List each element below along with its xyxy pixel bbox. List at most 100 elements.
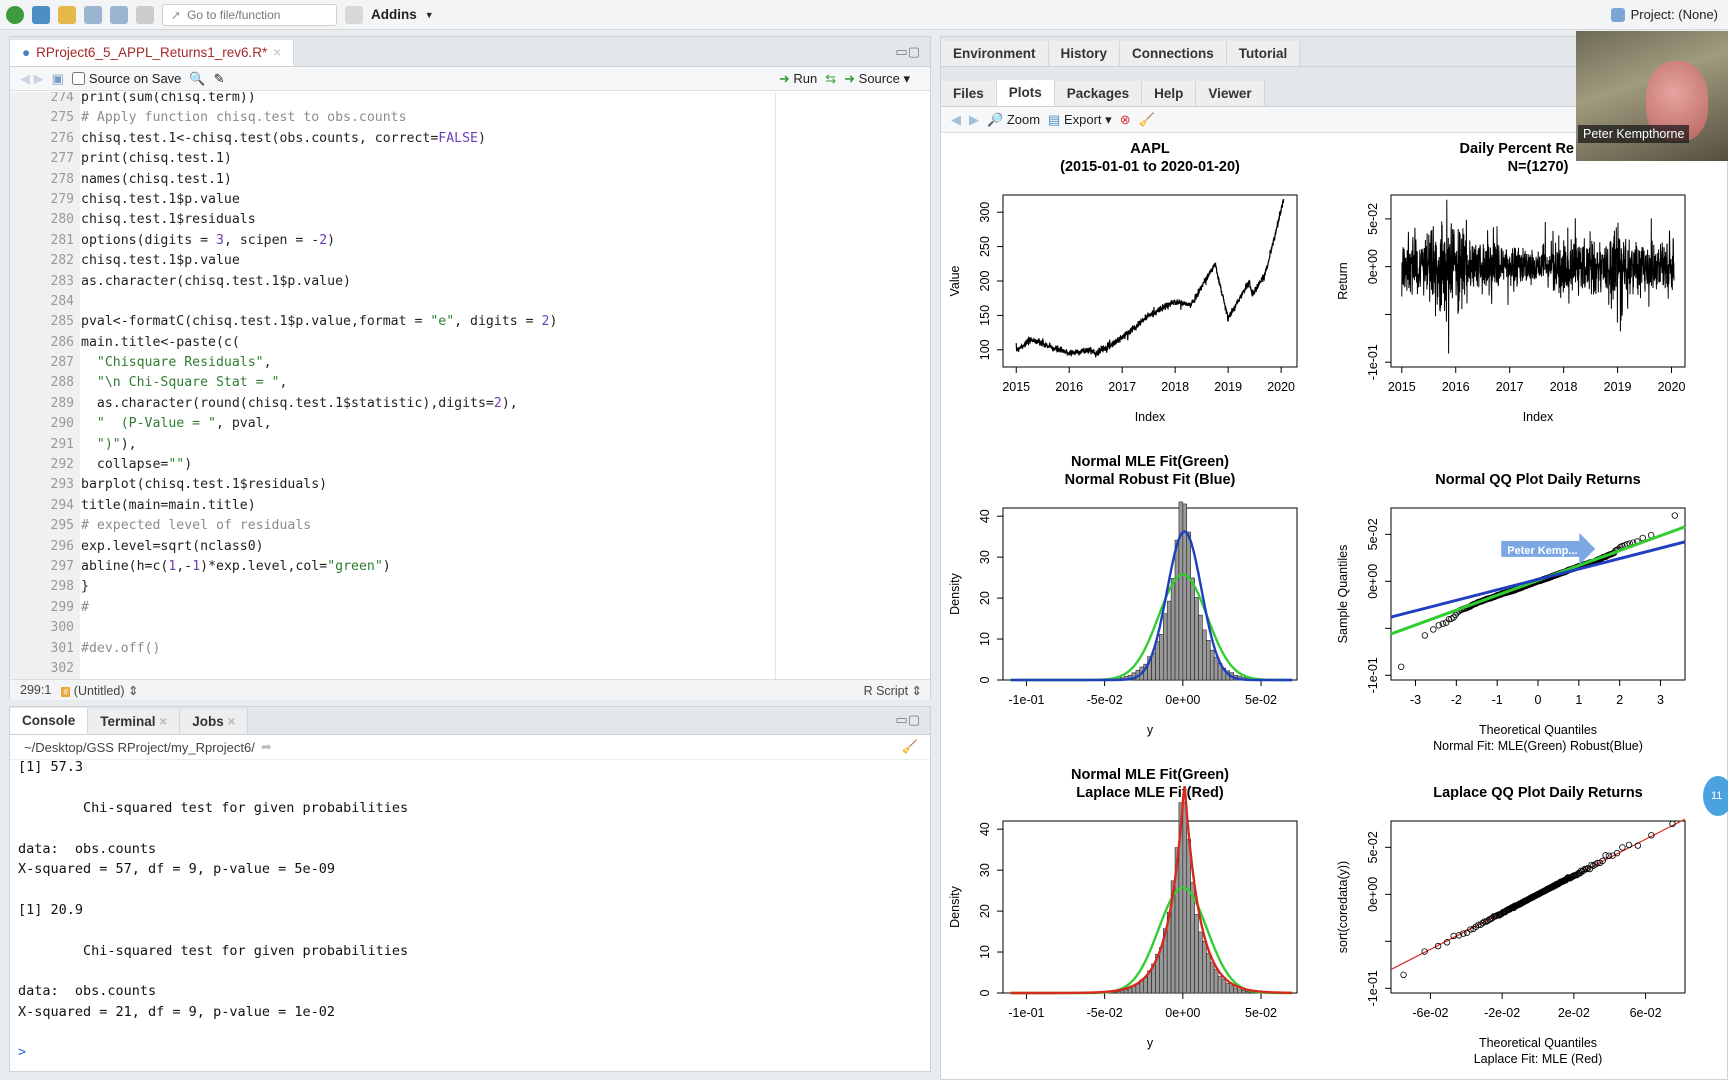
- run-button[interactable]: ➜ Run: [779, 71, 817, 87]
- tab-packages[interactable]: Packages: [1054, 81, 1143, 106]
- new-file-icon[interactable]: [6, 5, 24, 24]
- line-number: 282: [50, 253, 74, 269]
- y-tick-label: 0e+00: [1366, 564, 1380, 599]
- code-line[interactable]: pval<-formatC(chisq.test.1$p.value,forma…: [81, 312, 557, 332]
- code-line[interactable]: chisq.test.1<-chisq.test(obs.counts, cor…: [81, 129, 557, 149]
- code-line[interactable]: # Apply function chisq.test to obs.count…: [81, 108, 557, 128]
- y-tick-label: 300: [978, 202, 992, 223]
- code-area[interactable]: 274 275 276 277 278 279 280 281 282 283 284 285 286 2…: [10, 92, 930, 679]
- code-line[interactable]: collapse=""): [81, 455, 557, 475]
- tab-help[interactable]: Help: [1142, 81, 1197, 106]
- code-line[interactable]: chisq.test.1$p.value: [81, 251, 557, 271]
- source-button[interactable]: ➜ Source ▾: [844, 71, 910, 87]
- x-tick-label: -1: [1492, 693, 1503, 707]
- code-line[interactable]: as.character(chisq.test.1$p.value): [81, 272, 557, 292]
- code-line[interactable]: print(sum(chisq.term)): [81, 92, 557, 108]
- clear-plots-icon[interactable]: 🧹: [1139, 112, 1155, 128]
- code-line[interactable]: names(chisq.test.1): [81, 170, 557, 190]
- tab-connections[interactable]: Connections: [1120, 41, 1227, 66]
- remove-plot-icon[interactable]: ⊗: [1120, 112, 1131, 128]
- code-line[interactable]: # expected level of residuals: [81, 516, 557, 536]
- code-line[interactable]: main.title<-paste(c(: [81, 333, 557, 353]
- line-number: 295: [50, 518, 74, 534]
- open-folder-icon[interactable]: [58, 5, 76, 24]
- maximize-pane-icon[interactable]: ▭▢: [895, 712, 920, 728]
- console-line: X-squared = 57, df = 9, p-value = 5e-09: [18, 860, 335, 877]
- tab-plots[interactable]: Plots: [996, 80, 1055, 106]
- close-tab-icon[interactable]: ×: [273, 45, 281, 60]
- line-number: 297: [50, 558, 74, 574]
- tab-files[interactable]: Files: [941, 81, 997, 106]
- code-line[interactable]: as.character(round(chisq.test.1$statisti…: [81, 394, 557, 414]
- histogram-bar: [1194, 597, 1199, 681]
- zoom-button[interactable]: 🔎 Zoom: [987, 112, 1040, 128]
- x-tick-label: -5e-02: [1087, 693, 1123, 707]
- rerun-icon[interactable]: ⇆: [825, 71, 836, 87]
- print-icon[interactable]: [136, 5, 154, 24]
- prev-plot-icon[interactable]: ◀: [951, 112, 961, 128]
- source-on-save-checkbox[interactable]: Source on Save: [71, 71, 181, 86]
- code-line[interactable]: "Chisquare Residuals",: [81, 353, 557, 373]
- export-button[interactable]: ▤ Export ▾: [1048, 112, 1112, 128]
- line-number: 287: [50, 355, 74, 371]
- save-all-icon[interactable]: [110, 5, 128, 24]
- save-icon[interactable]: [84, 5, 102, 24]
- x-tick-label: 2015: [1388, 380, 1416, 394]
- code-line[interactable]: " (P-Value = ", pval,: [81, 414, 557, 434]
- code-line[interactable]: title(main=main.title): [81, 496, 557, 516]
- code-line[interactable]: abline(h=c(1,-1)*exp.level,col="green"): [81, 557, 557, 577]
- code-line[interactable]: chisq.test.1$p.value: [81, 190, 557, 210]
- search-icon[interactable]: 🔍: [189, 71, 205, 87]
- code-line[interactable]: options(digits = 3, scipen = -2): [81, 231, 557, 251]
- line-number: 292: [50, 457, 74, 473]
- tab-history[interactable]: History: [1048, 41, 1121, 66]
- histogram-bar: [1202, 629, 1207, 681]
- close-icon[interactable]: ×: [159, 714, 167, 729]
- close-icon[interactable]: ×: [227, 714, 235, 729]
- console-output[interactable]: [1] 57.3 Chi-squared test for given prob…: [18, 757, 408, 1069]
- histogram-bar: [1155, 641, 1160, 681]
- scope-menu[interactable]: # (Untitled) ⇕: [61, 683, 138, 698]
- x-tick-label: 2017: [1496, 380, 1524, 394]
- code-line[interactable]: #: [81, 598, 557, 618]
- tab-jobs[interactable]: Jobs ×: [180, 709, 249, 734]
- grid-layout-icon[interactable]: [345, 5, 363, 24]
- code-line[interactable]: [81, 659, 557, 679]
- line-number: 275: [50, 110, 74, 126]
- code-line[interactable]: [81, 618, 557, 638]
- next-plot-icon[interactable]: ▶: [969, 112, 979, 128]
- tab-tutorial[interactable]: Tutorial: [1226, 41, 1301, 66]
- editor-tab[interactable]: ● RProject6_5_APPL_Returns1_rev6.R* ×: [10, 40, 295, 66]
- tab-terminal[interactable]: Terminal ×: [88, 709, 181, 734]
- code-line[interactable]: exp.level=sqrt(nclass0): [81, 537, 557, 557]
- magic-wand-icon[interactable]: ✎: [214, 71, 225, 87]
- histogram-bar: [1217, 976, 1223, 994]
- tab-console[interactable]: Console: [10, 708, 89, 734]
- code-line[interactable]: barplot(chisq.test.1$residuals): [81, 475, 557, 495]
- y-tick-label: 200: [978, 271, 992, 292]
- code-line[interactable]: print(chisq.test.1): [81, 149, 557, 169]
- tab-viewer[interactable]: Viewer: [1196, 81, 1265, 106]
- save-icon[interactable]: ▣: [52, 71, 64, 87]
- editor-status-bar: 299:1 # (Untitled) ⇕ R Script ⇕: [10, 679, 930, 700]
- line-number: 283: [50, 273, 74, 289]
- code-line[interactable]: chisq.test.1$residuals: [81, 210, 557, 230]
- code-line[interactable]: [81, 292, 557, 312]
- code-line[interactable]: }: [81, 577, 557, 597]
- back-icon[interactable]: ◀ ▶: [20, 71, 44, 87]
- code-line[interactable]: ")"),: [81, 435, 557, 455]
- code-text[interactable]: print(sum(chisq.term)) # Apply function c…: [81, 92, 557, 679]
- code-line[interactable]: "\n Chi-Square Stat = ",: [81, 373, 557, 393]
- new-project-icon[interactable]: [32, 5, 50, 24]
- file-type-menu[interactable]: R Script ⇕: [864, 683, 930, 698]
- tab-environment[interactable]: Environment: [941, 41, 1049, 66]
- addins-menu[interactable]: Addins: [371, 7, 417, 22]
- goto-dir-icon[interactable]: ➦: [261, 739, 272, 755]
- notification-badge[interactable]: 11: [1703, 776, 1728, 816]
- maximize-pane-icon[interactable]: ▭▢: [895, 44, 920, 60]
- clear-console-icon[interactable]: 🧹: [902, 739, 918, 755]
- code-line[interactable]: #dev.off(): [81, 639, 557, 659]
- source-on-save-box[interactable]: [71, 72, 85, 85]
- project-menu[interactable]: Project: (None): [1610, 7, 1718, 22]
- goto-file-input[interactable]: ➚ Go to file/function: [162, 3, 337, 26]
